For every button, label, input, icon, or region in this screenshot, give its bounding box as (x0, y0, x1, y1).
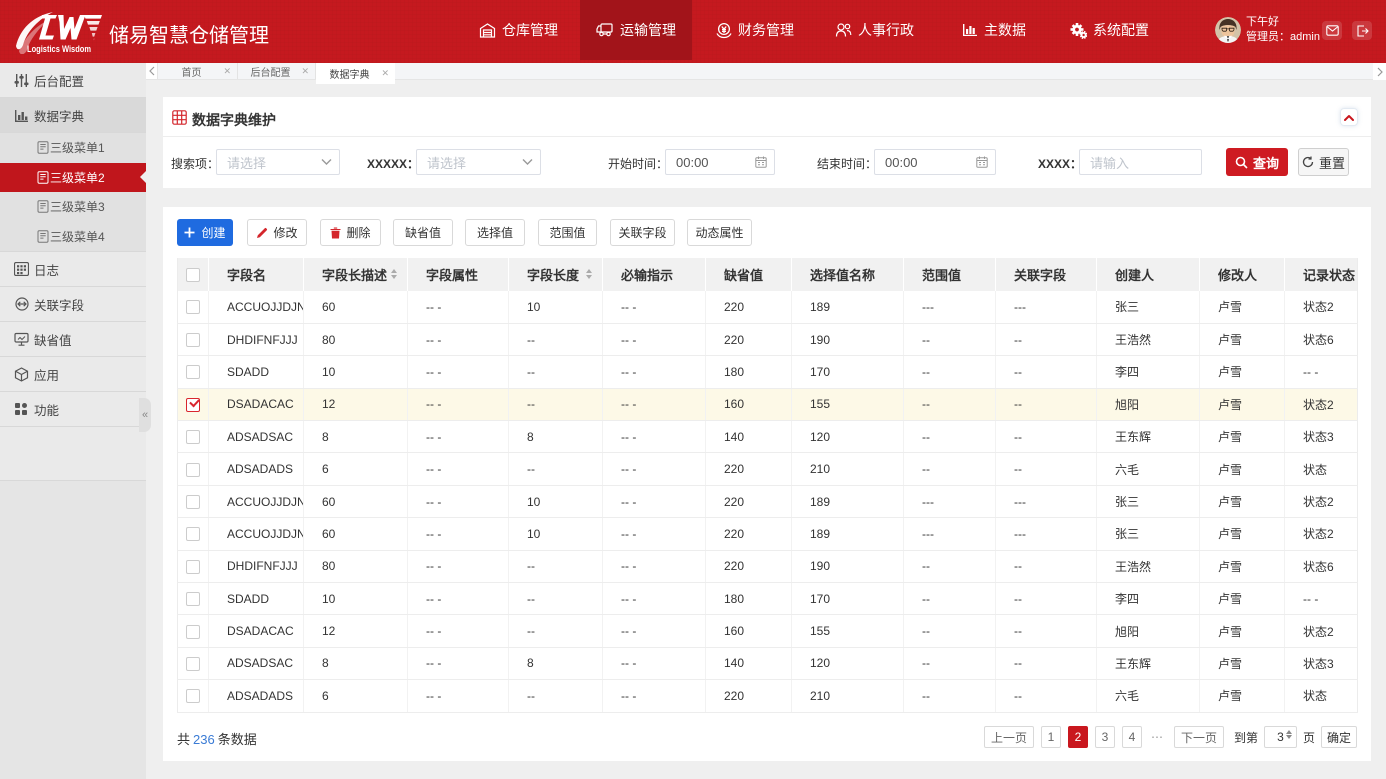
svg-text:Logistics Wisdom: Logistics Wisdom (27, 44, 91, 54)
